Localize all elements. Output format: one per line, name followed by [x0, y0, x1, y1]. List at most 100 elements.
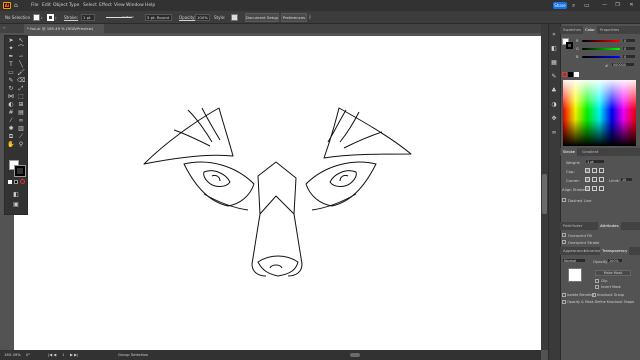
color-slider-r[interactable] [582, 40, 620, 42]
stroke-color-box[interactable] [14, 165, 26, 177]
zoom-tool-icon[interactable]: ⚲ [17, 141, 25, 149]
perspective-grid-tool-icon[interactable]: ⊞ [17, 101, 25, 109]
menu-window[interactable]: Window [126, 2, 144, 9]
scale-tool-icon[interactable]: ⤢ [17, 85, 25, 93]
line-tool-icon[interactable]: ╲ [17, 61, 25, 69]
first-artboard-icon[interactable]: |◀ ◀ [48, 352, 56, 358]
align-center-button[interactable] [585, 186, 590, 191]
horizontal-scroll-thumb[interactable] [350, 353, 360, 357]
bevel-join-button[interactable] [599, 177, 604, 182]
tab-properties[interactable]: Properties [598, 26, 621, 34]
menu-object[interactable]: Object [53, 2, 68, 9]
menu-help[interactable]: Help [145, 2, 155, 9]
round-cap-button[interactable] [592, 168, 597, 173]
blend-mode-select[interactable]: Normal [562, 258, 586, 263]
arrange-documents-icon[interactable]: ▭ [584, 2, 592, 9]
menu-view[interactable]: View [114, 2, 125, 9]
tab-transparency[interactable]: Transparency [600, 247, 630, 255]
dashed-line-checkbox[interactable] [562, 198, 566, 202]
align-inside-button[interactable] [592, 186, 597, 191]
symbol-sprayer-tool-icon[interactable]: ✺ [7, 125, 15, 133]
overprint-stroke-checkbox[interactable] [562, 240, 566, 244]
knockout-group-checkbox[interactable] [592, 293, 596, 297]
menu-select[interactable]: Select [83, 2, 97, 9]
miter-join-button[interactable] [585, 177, 590, 182]
tab-attributes[interactable]: Attributes [598, 222, 621, 230]
rotate-tool-icon[interactable]: ↻ [7, 85, 15, 93]
search-icon[interactable]: ⌕ [572, 2, 579, 9]
eraser-tool-icon[interactable]: ⌫ [17, 77, 25, 85]
menu-edit[interactable]: Edit [42, 2, 51, 9]
collapse-panels-icon[interactable]: » [549, 30, 559, 40]
next-artboard-icon[interactable]: ▶ ▶| [70, 352, 78, 358]
close-window-button[interactable]: ✕ [627, 1, 636, 10]
pen-tool-icon[interactable]: ✒ [7, 53, 15, 61]
artboard-tool-icon[interactable]: ⧉ [7, 133, 15, 141]
magic-wand-tool-icon[interactable]: ✦ [7, 45, 15, 53]
stroke-weight-field[interactable]: 1 pt [81, 14, 95, 21]
fill-swatch[interactable] [33, 14, 40, 21]
hex-field[interactable]: 000000 [611, 62, 635, 67]
width-tool-icon[interactable]: ⋈ [7, 93, 15, 101]
tab-stroke[interactable]: Stroke [561, 148, 578, 156]
preferences-button[interactable]: Preferences [281, 13, 307, 22]
color-value-g[interactable]: 0 [622, 46, 636, 51]
document-tab[interactable]: * fox.ai @ 165.49 % (RGB/Preview) [24, 24, 104, 33]
type-tool-icon[interactable]: T [7, 61, 15, 69]
gradient-tool-icon[interactable]: ▤ [17, 109, 25, 117]
drawing-modes-icon[interactable]: ◧ [12, 191, 20, 199]
screen-mode-icon[interactable]: ▣ [12, 201, 20, 209]
collapse-icon[interactable]: « [3, 25, 5, 30]
home-icon[interactable]: ⌂ [14, 2, 21, 9]
paintbrush-tool-icon[interactable]: 🖌 [17, 69, 25, 77]
black-color-swatch[interactable] [568, 72, 573, 77]
zoom-level[interactable]: 165.49% [4, 352, 21, 358]
graph-tool-icon[interactable]: ▥ [17, 125, 25, 133]
brushes-icon[interactable]: ✎ [549, 72, 559, 82]
lasso-tool-icon[interactable]: ⌒ [17, 45, 25, 53]
align-outside-button[interactable] [599, 186, 604, 191]
projecting-cap-button[interactable] [599, 168, 604, 173]
color-slider-g[interactable] [582, 48, 620, 50]
menu-effect[interactable]: Effect [99, 2, 112, 9]
none-color-swatch[interactable] [562, 72, 567, 77]
uniform-label[interactable]: Uniform [122, 15, 134, 19]
direct-selection-tool-icon[interactable]: ↖ [17, 37, 25, 45]
minimize-button[interactable]: — [600, 1, 609, 10]
gradient-mode-button[interactable] [14, 180, 18, 184]
blend-tool-icon[interactable]: ∞ [17, 117, 25, 125]
vertical-scroll-thumb[interactable] [542, 174, 547, 214]
stroke-swatch[interactable] [47, 14, 54, 21]
links-icon[interactable]: ∞ [549, 128, 559, 138]
overprint-fill-checkbox[interactable] [562, 233, 566, 237]
menu-type[interactable]: Type [69, 2, 79, 9]
color-value-b[interactable]: 0 [622, 54, 636, 59]
clip-checkbox[interactable] [595, 279, 599, 283]
libraries-icon[interactable]: ▦ [549, 58, 559, 68]
selection-tool-icon[interactable]: ➤ [7, 37, 15, 45]
vertical-scrollbar[interactable] [541, 24, 548, 350]
mesh-tool-icon[interactable]: # [7, 109, 15, 117]
tab-swatches[interactable]: Swatches [561, 26, 583, 34]
isolate-blending-checkbox[interactable] [562, 293, 566, 297]
eyedropper-tool-icon[interactable]: ⁄ [7, 117, 15, 125]
color-slider-b[interactable] [582, 56, 620, 58]
menu-file[interactable]: File [31, 2, 39, 9]
document-setup-button[interactable]: Document Setup [245, 13, 279, 22]
make-mask-button[interactable]: Make Mask [595, 270, 631, 276]
opacity-mask-checkbox[interactable] [562, 300, 566, 304]
transparency-opacity-input[interactable]: 100% [607, 258, 623, 263]
stroke-weight-input[interactable]: 1 pt [585, 159, 605, 164]
share-button[interactable]: Share [553, 2, 567, 9]
style-swatch[interactable] [231, 14, 238, 21]
color-stroke-swatch[interactable] [566, 42, 573, 49]
tab-pathfinder[interactable]: Pathfinder [561, 222, 584, 230]
arrange-icon[interactable]: ⁞ [309, 14, 311, 21]
free-transform-tool-icon[interactable]: ⬚ [17, 93, 25, 101]
transform-icon[interactable]: ✥ [549, 114, 559, 124]
maximize-button[interactable]: ❐ [613, 1, 622, 10]
butt-cap-button[interactable] [585, 168, 590, 173]
pencil-tool-icon[interactable]: ✎ [7, 77, 15, 85]
hand-tool-icon[interactable]: ✋ [7, 141, 15, 149]
fill-dropdown-icon[interactable]: ▾ [41, 16, 43, 20]
